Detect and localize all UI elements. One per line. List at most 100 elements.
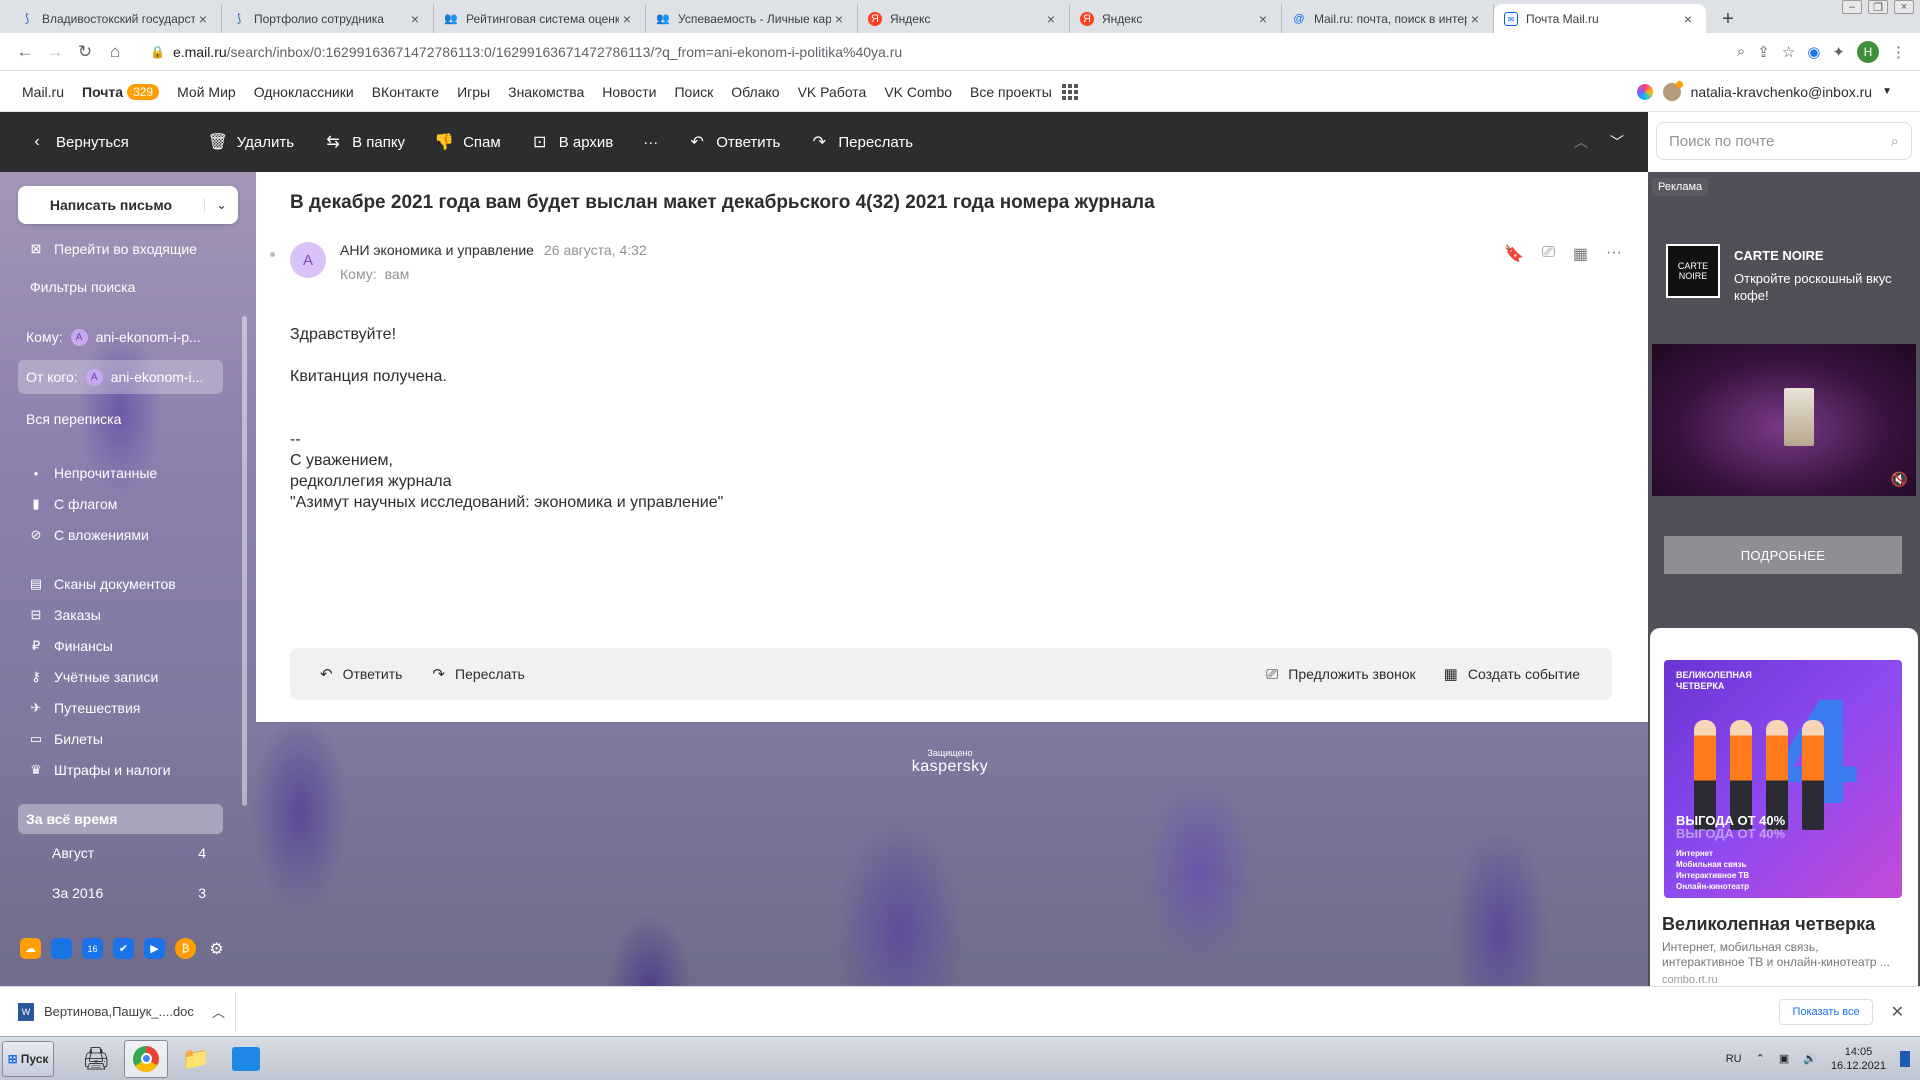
browser-tab[interactable]: ⟆ Владивостокский государстве × (10, 4, 222, 33)
goto-inbox-link[interactable]: ⊠ Перейти во входящие (18, 232, 223, 266)
forward-arrow-icon[interactable]: → (40, 37, 70, 67)
filter-from[interactable]: От кого: Aani-ekonom-i... (18, 360, 223, 394)
carte-noire-logo[interactable]: CARTE NOIRE (1666, 244, 1720, 298)
contacts-icon[interactable]: 👤 (51, 938, 72, 959)
close-icon[interactable]: × (1255, 11, 1271, 27)
browser-tab[interactable]: Я Яндекс × (1070, 4, 1282, 33)
bonus-icon[interactable]: ₿ (175, 938, 196, 959)
filter-attachments[interactable]: ⊘ С вложениями (18, 518, 223, 552)
period-item[interactable]: За 2016 3 (18, 878, 206, 908)
period-header[interactable]: За всё время (18, 804, 223, 834)
ad-source[interactable]: combo.rt.ru (1662, 974, 1718, 986)
ad-more-button[interactable]: ПОДРОБНЕЕ (1664, 536, 1902, 574)
tray-expand-icon[interactable]: ⌃ (1756, 1052, 1765, 1065)
category-accounts[interactable]: ⚷ Учётные записи (18, 660, 223, 694)
browser-tab[interactable]: ⟆ Портфолио сотрудника × (222, 4, 434, 33)
portal-link-dating[interactable]: Знакомства (508, 84, 584, 100)
user-menu[interactable]: natalia-kravchenko@inbox.ru ▼ (1636, 80, 1920, 101)
portal-link-news[interactable]: Новости (602, 84, 656, 100)
reload-icon[interactable]: ↻ (70, 37, 100, 67)
search-filters-link[interactable]: Фильтры поиска (18, 270, 223, 304)
archive-button[interactable]: ⊡ В архив (531, 132, 613, 152)
compose-button[interactable]: Написать письмо ⌄ (18, 186, 238, 224)
category-scans[interactable]: ▤ Сканы документов (18, 567, 223, 601)
browser-tab[interactable]: 👥 Успеваемость - Личные карто × (646, 4, 858, 33)
url-input[interactable]: 🔒 e.mail.ru/search/inbox/0:1629916367147… (140, 36, 1690, 67)
browser-tab[interactable]: @ Mail.ru: почта, поиск в интер × (1282, 4, 1494, 33)
ad-image[interactable]: ВЕЛИКОЛЕПНАЯ ЧЕТВЕРКА 4 ВЫГОДА ОТ 40% ВЫ… (1664, 660, 1902, 898)
portal-link-vk-work[interactable]: VK Работа (798, 84, 867, 100)
ad-title[interactable]: CARTE NOIRE (1734, 248, 1824, 263)
calendar-icon[interactable]: 16 (82, 938, 103, 959)
portal-link-search[interactable]: Поиск (674, 84, 713, 100)
portal-link-games[interactable]: Игры (457, 84, 490, 100)
close-icon[interactable]: × (195, 11, 211, 27)
close-icon[interactable]: × (1467, 11, 1483, 27)
search-icon[interactable]: ⌕ (1891, 133, 1899, 150)
period-item[interactable]: Август 4 (18, 838, 206, 868)
close-icon[interactable]: × (619, 11, 635, 27)
chrome-app-icon[interactable] (124, 1039, 168, 1078)
portal-link-mailru[interactable]: Mail.ru (22, 84, 64, 100)
reply-button[interactable]: ↶ Ответить (320, 665, 402, 683)
portal-link-all-projects[interactable]: Все проекты (970, 84, 1052, 100)
to-value[interactable]: вам (385, 266, 410, 282)
marusia-icon[interactable] (1636, 83, 1653, 100)
show-all-button[interactable]: Показать все (1779, 998, 1873, 1025)
close-icon[interactable]: ✕ (1891, 1002, 1904, 1022)
share-icon[interactable]: ⇪ (1757, 43, 1770, 61)
browser-tab[interactable]: Я Яндекс × (858, 4, 1070, 33)
ad-video[interactable]: 🔇 (1652, 344, 1916, 496)
forward-button[interactable]: ↷ Переслать (432, 665, 524, 683)
clock[interactable]: 14:05 16.12.2021 (1831, 1045, 1886, 1073)
category-finance[interactable]: ₽ Финансы (18, 629, 223, 663)
more-horizontal-icon[interactable]: ··· (1606, 244, 1622, 264)
category-travel[interactable]: ✈ Путешествия (18, 691, 223, 725)
filter-flagged[interactable]: ▮ С флагом (18, 487, 223, 521)
minimize-icon[interactable]: – (1842, 0, 1862, 14)
cloud-icon[interactable]: ☁ (20, 938, 41, 959)
more-button[interactable]: ··· (643, 134, 658, 151)
portal-link-cloud[interactable]: Облако (731, 84, 779, 100)
category-fines[interactable]: ♛ Штрафы и налоги (18, 753, 223, 787)
photos-app-icon[interactable] (224, 1040, 268, 1078)
filter-to[interactable]: Кому: Aani-ekonom-i-p... (18, 320, 223, 354)
restore-icon[interactable]: ❐ (1868, 0, 1888, 14)
star-icon[interactable]: ☆ (1782, 43, 1795, 61)
network-icon[interactable]: ▣ (1779, 1052, 1789, 1065)
filter-unread[interactable]: ● Непрочитанные (18, 456, 223, 490)
chevron-up-icon[interactable]: ︿ (212, 1002, 225, 1021)
download-item[interactable]: W Вертинова,Пашук_....doc ︿ (0, 991, 236, 1032)
new-tab-button[interactable]: + (1714, 5, 1742, 33)
show-desktop-icon[interactable] (1900, 1050, 1910, 1067)
category-orders[interactable]: ⊟ Заказы (18, 598, 223, 632)
zoom-icon[interactable]: ⌕ (1737, 43, 1745, 60)
ad-card[interactable]: ВЕЛИКОЛЕПНАЯ ЧЕТВЕРКА 4 ВЫГОДА ОТ 40% ВЫ… (1650, 628, 1918, 986)
mute-icon[interactable]: 🔇 (1891, 471, 1908, 488)
browser-tab[interactable]: 👥 Рейтинговая система оценки × (434, 4, 646, 33)
browser-tab-active[interactable]: ✉ Почта Mail.ru × (1494, 4, 1706, 33)
explorer-app-icon[interactable]: 📁 (174, 1040, 218, 1078)
move-to-folder-button[interactable]: ⇆ В папку (324, 132, 405, 152)
close-window-icon[interactable]: × (1894, 0, 1914, 14)
start-button[interactable]: ⊞ Пуск (2, 1040, 54, 1077)
printer-app-icon[interactable]: 🖨 (74, 1040, 118, 1078)
sender-name[interactable]: АНИ экономика и управление (340, 242, 534, 258)
close-icon[interactable]: × (407, 11, 423, 27)
sidebar-scrollbar[interactable] (242, 316, 247, 806)
back-button[interactable]: ‹ Вернуться (28, 133, 128, 151)
ad-description[interactable]: Интернет, мобильная связь, интерактивное… (1662, 940, 1902, 970)
puzzle-icon[interactable]: ✦ (1832, 43, 1845, 61)
portal-link-ok[interactable]: Одноклассники (254, 84, 354, 100)
profile-avatar[interactable]: Н (1857, 40, 1879, 63)
close-icon[interactable]: × (1680, 11, 1696, 27)
close-icon[interactable]: × (1043, 11, 1059, 27)
category-tickets[interactable]: ▭ Билеты (18, 722, 223, 756)
portal-link-mail[interactable]: Почта (82, 84, 123, 100)
portal-link-moimir[interactable]: Мой Мир (177, 84, 236, 100)
bookmark-icon[interactable]: 🔖 (1504, 244, 1524, 264)
volume-icon[interactable]: 🔊 (1803, 1052, 1817, 1065)
chevron-down-icon[interactable]: ⌄ (204, 198, 238, 212)
menu-kebab-icon[interactable]: ⋮ (1891, 43, 1906, 61)
chevron-down-icon[interactable]: ﹀ (1610, 132, 1624, 152)
